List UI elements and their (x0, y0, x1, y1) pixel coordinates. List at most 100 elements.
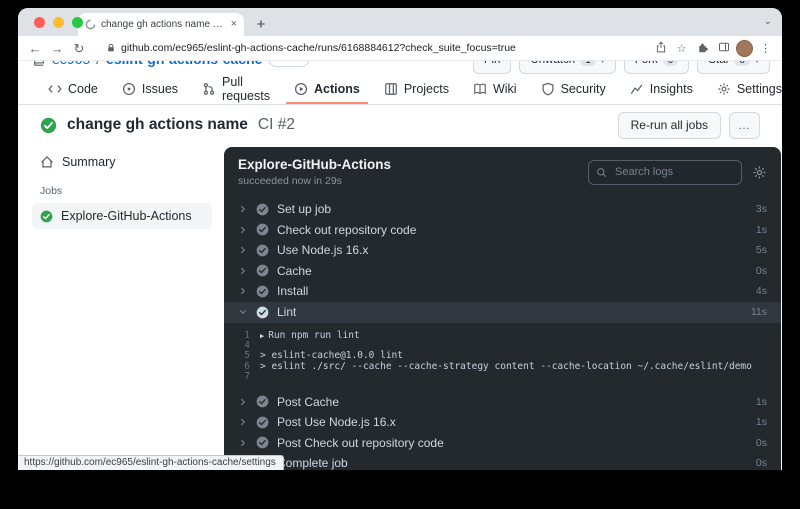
tab-settings[interactable]: Settings (709, 75, 782, 104)
chevron-right-icon[interactable] (238, 204, 248, 214)
step-success-icon (256, 436, 269, 449)
pill-count: 0 (734, 61, 750, 66)
browser-tab[interactable]: change gh actions name - ec9 × (78, 13, 244, 36)
reload-button[interactable]: ↻ (70, 42, 88, 55)
tab-label: Pull requests (222, 74, 270, 103)
table-icon (384, 82, 398, 96)
log-group-line[interactable]: 1 ▶ Run npm run lint (224, 330, 781, 341)
repo-action-buttons: Pin Unwatch 1 ▾ Fork 0 Star 0 ▾ (472, 61, 770, 74)
step-duration: 4s (755, 285, 767, 298)
tab-wiki[interactable]: Wiki (465, 75, 525, 104)
step-duration: 5s (755, 244, 767, 257)
chevron-right-icon[interactable] (238, 438, 248, 448)
sidebar-item-summary[interactable]: Summary (32, 149, 212, 175)
pin-button[interactable]: Pin (472, 61, 512, 74)
step-name: Post Cache (277, 394, 340, 409)
tab-actions[interactable]: Actions (285, 75, 368, 104)
browser-profile-avatar[interactable] (736, 39, 753, 57)
tab-pull-requests[interactable]: Pull requests (194, 75, 278, 104)
repo-name-link[interactable]: eslint-gh-actions-cache (106, 61, 262, 67)
screen-background: change gh actions name - ec9 × + ⌄ ← → ↻… (0, 0, 800, 509)
star-button[interactable]: Star 0 ▾ (697, 61, 770, 74)
chevron-right-icon[interactable] (238, 266, 248, 276)
chevron-down-icon[interactable]: ▾ (755, 61, 759, 65)
sidebar-jobs-label: Jobs (40, 185, 63, 197)
log-line: 7 (224, 370, 781, 382)
book-icon (473, 82, 487, 96)
tab-title: change gh actions name - ec9 (101, 19, 226, 30)
step-row-use-node-js-16-x[interactable]: Use Node.js 16.x 5s (224, 240, 781, 261)
log-line-number: 7 (244, 370, 250, 382)
step-name: Use Node.js 16.x (277, 243, 369, 258)
browser-menu-icon[interactable]: ⋮ (757, 42, 774, 55)
address-bar[interactable]: github.com/ec965/eslint-gh-actions-cache… (98, 39, 642, 57)
bookmark-star-icon[interactable]: ☆ (673, 42, 690, 55)
sidebar-job-label: Explore-GitHub-Actions (61, 209, 192, 223)
step-row-post-use-node-js-16-x[interactable]: Post Use Node.js 16.x 1s (224, 412, 781, 433)
step-duration: 0s (755, 436, 767, 449)
repo-owner-link[interactable]: ec965 (52, 61, 90, 67)
minimize-window-button[interactable] (53, 17, 64, 28)
chevron-right-icon[interactable] (238, 397, 248, 407)
window-controls[interactable] (34, 17, 83, 28)
close-window-button[interactable] (34, 17, 45, 28)
chevron-down-icon[interactable] (238, 307, 248, 317)
tab-insights[interactable]: Insights (622, 75, 701, 104)
tab-projects[interactable]: Projects (376, 75, 457, 104)
step-row-check-out-repository-code[interactable]: Check out repository code 1s (224, 220, 781, 241)
pill-count: 1 (580, 61, 596, 66)
log-line: 4 (224, 340, 781, 351)
chevron-right-icon[interactable] (238, 417, 248, 427)
chevron-right-icon[interactable] (238, 286, 248, 296)
step-row-cache[interactable]: Cache 0s (224, 261, 781, 282)
back-button[interactable]: ← (26, 42, 44, 55)
step-success-icon (256, 285, 269, 298)
step-success-icon (256, 203, 269, 216)
tab-issues[interactable]: Issues (114, 75, 186, 104)
rerun-all-jobs-button[interactable]: Re-run all jobs (617, 111, 721, 139)
step-success-icon (256, 306, 269, 319)
lock-icon (106, 43, 116, 53)
step-row-install[interactable]: Install 4s (224, 281, 781, 302)
fork-button[interactable]: Fork 0 (623, 61, 690, 74)
zoom-window-button[interactable] (72, 17, 83, 28)
step-row-complete-job[interactable]: Complete job 0s (224, 453, 781, 470)
run-sidebar: Summary Jobs Explore-GitHub-Actions (32, 147, 212, 229)
unwatch-button[interactable]: Unwatch 1 ▾ (519, 61, 616, 74)
forward-button[interactable]: → (48, 42, 66, 55)
status-bar-tooltip: https://github.com/ec965/eslint-gh-actio… (18, 455, 284, 470)
step-row-set-up-job[interactable]: Set up job 3s (224, 199, 781, 220)
job-status-text: succeeded now in 29s (238, 175, 342, 187)
extensions-puzzle-icon[interactable] (694, 41, 711, 56)
tab-label: Settings (736, 81, 782, 96)
step-duration: 0s (755, 457, 767, 470)
chevron-right-icon[interactable] (238, 245, 248, 255)
tab-security[interactable]: Security (533, 75, 614, 104)
new-tab-button[interactable]: + (250, 13, 272, 35)
step-log: 1 ▶ Run npm run lint 4 5 > eslint-cache@1.0.0… (224, 323, 781, 392)
repo-visibility-badge: Public (268, 61, 310, 67)
sidebar-job-explore-github-actions[interactable]: Explore-GitHub-Actions (32, 203, 212, 229)
tab-code[interactable]: Code (40, 75, 106, 104)
search-logs-input[interactable] (613, 165, 734, 179)
run-more-options-button[interactable]: … (729, 111, 760, 139)
chevron-right-icon[interactable] (238, 225, 248, 235)
run-content: Summary Jobs Explore-GitHub-Actions Expl… (18, 145, 782, 470)
search-logs-box[interactable] (588, 159, 742, 185)
tab-close-icon[interactable]: × (231, 19, 237, 30)
step-success-icon (256, 395, 269, 408)
step-row-post-cache[interactable]: Post Cache 1s (224, 391, 781, 412)
run-title: change gh actions name (67, 116, 248, 133)
log-line-text: > eslint ./src/ --cache --cache-strategy… (260, 360, 752, 372)
expand-group-icon[interactable]: ▶ (260, 332, 264, 340)
log-settings-gear-icon[interactable] (752, 165, 767, 180)
side-panel-icon[interactable] (715, 41, 732, 56)
step-row-lint[interactable]: Lint 11s (224, 301, 781, 323)
share-icon[interactable] (652, 40, 669, 56)
tab-label: Security (560, 81, 606, 96)
chevron-down-icon[interactable]: ▾ (601, 61, 605, 65)
play-icon (294, 82, 308, 96)
step-row-post-check-out-repository-code[interactable]: Post Check out repository code 0s (224, 432, 781, 453)
tab-search-chevron-icon[interactable]: ⌄ (764, 16, 772, 27)
tab-label: Actions (313, 81, 360, 96)
